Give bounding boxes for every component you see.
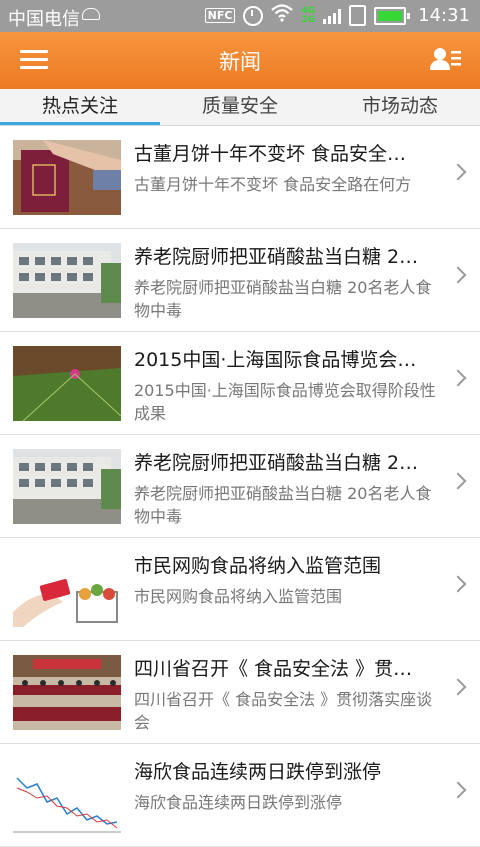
alarm-icon xyxy=(243,5,264,26)
news-title: 市民网购食品将纳入监管范围 xyxy=(134,555,382,577)
category-tabs: 热点关注 质量安全 市场动态 xyxy=(0,89,480,125)
news-summary: 2015中国·上海国际食品博览会取得阶段性成果 xyxy=(134,381,436,423)
status-bar: 中国电信 NFC 4G 2G 14:31 xyxy=(0,0,480,32)
chevron-right-icon xyxy=(449,781,467,799)
wifi-icon xyxy=(271,4,294,27)
news-item[interactable]: 养老院厨师把亚硝酸盐当白糖 2… 养老院厨师把亚硝酸盐当白糖 20名老人食物中毒 xyxy=(0,229,480,332)
news-item[interactable]: 古董月饼十年不变坏 食品安全… 古董月饼十年不变坏 食品安全路在何方 xyxy=(0,126,480,229)
news-summary: 市民网购食品将纳入监管范围 xyxy=(134,587,343,606)
android-icon xyxy=(82,8,100,20)
news-item[interactable]: 市民网购食品将纳入监管范围 市民网购食品将纳入监管范围 xyxy=(0,538,480,641)
news-summary: 古董月饼十年不变坏 食品安全路在何方 xyxy=(134,175,412,194)
signal-icon xyxy=(323,8,342,24)
status-icons: NFC 4G 2G 14:31 xyxy=(204,4,470,27)
tab-hot[interactable]: 热点关注 xyxy=(0,89,160,125)
chevron-right-icon xyxy=(449,369,467,387)
news-thumbnail xyxy=(13,140,121,215)
news-thumbnail xyxy=(13,758,121,833)
news-list: 古董月饼十年不变坏 食品安全… 古董月饼十年不变坏 食品安全路在何方 养老院厨师… xyxy=(0,126,480,847)
news-title: 古董月饼十年不变坏 食品安全… xyxy=(134,143,407,165)
news-title: 四川省召开《 食品安全法 》贯… xyxy=(134,658,413,680)
tab-market[interactable]: 市场动态 xyxy=(320,89,480,125)
chevron-right-icon xyxy=(449,266,467,284)
chevron-right-icon xyxy=(449,575,467,593)
news-thumbnail xyxy=(13,243,121,318)
news-thumbnail xyxy=(13,655,121,730)
news-summary: 养老院厨师把亚硝酸盐当白糖 20名老人食物中毒 xyxy=(134,278,432,320)
sim-icon xyxy=(349,5,367,26)
chevron-right-icon xyxy=(449,163,467,181)
network-type-icon: 4G 2G xyxy=(301,5,316,25)
battery-icon xyxy=(374,6,411,25)
page-title: 新闻 xyxy=(219,50,261,74)
chevron-right-icon xyxy=(449,678,467,696)
news-title: 2015中国·上海国际食品博览会… xyxy=(134,349,417,371)
news-item[interactable]: 2015中国·上海国际食品博览会… 2015中国·上海国际食品博览会取得阶段性成… xyxy=(0,332,480,435)
chevron-right-icon xyxy=(449,472,467,490)
news-title: 海欣食品连续两日跌停到涨停 xyxy=(134,761,382,783)
news-item[interactable]: 四川省召开《 食品安全法 》贯… 四川省召开《 食品安全法 》贯彻落实座谈会 xyxy=(0,641,480,744)
news-item[interactable]: 养老院厨师把亚硝酸盐当白糖 2… 养老院厨师把亚硝酸盐当白糖 20名老人食物中毒 xyxy=(0,435,480,538)
news-thumbnail xyxy=(13,346,121,421)
news-title: 养老院厨师把亚硝酸盐当白糖 2… xyxy=(134,452,419,474)
user-list-icon[interactable] xyxy=(430,46,462,72)
news-thumbnail xyxy=(13,449,121,524)
news-summary: 四川省召开《 食品安全法 》贯彻落实座谈会 xyxy=(134,690,433,732)
news-summary: 养老院厨师把亚硝酸盐当白糖 20名老人食物中毒 xyxy=(134,484,432,526)
clock-time: 14:31 xyxy=(418,5,470,26)
nfc-icon: NFC xyxy=(204,8,236,23)
app-header: 新闻 xyxy=(0,32,480,89)
news-summary: 海欣食品连续两日跌停到涨停 xyxy=(134,793,343,812)
news-thumbnail xyxy=(13,552,121,627)
news-item[interactable]: 海欣食品连续两日跌停到涨停 海欣食品连续两日跌停到涨停 xyxy=(0,744,480,847)
news-title: 养老院厨师把亚硝酸盐当白糖 2… xyxy=(134,246,419,268)
tab-quality-safety[interactable]: 质量安全 xyxy=(160,89,320,125)
carrier-name: 中国电信 xyxy=(8,9,80,30)
